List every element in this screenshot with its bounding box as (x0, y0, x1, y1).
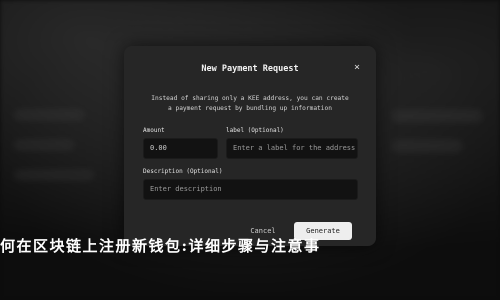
description-line-1: Instead of sharing only a KEE address, y… (151, 95, 349, 102)
amount-input[interactable]: 0.00 (143, 138, 218, 159)
label-field-label: label (Optional) (226, 127, 284, 134)
dialog-description: Instead of sharing only a KEE address, y… (148, 94, 352, 114)
dialog-title: New Payment Request (201, 64, 299, 74)
blurred-sidebar-item (14, 170, 94, 180)
close-icon[interactable]: × (352, 63, 362, 73)
blurred-sidebar-item (14, 140, 74, 150)
blurred-panel (392, 110, 482, 122)
description-input[interactable]: Enter description (143, 179, 358, 200)
description-line-2: a payment request by bundling up informa… (168, 105, 332, 112)
description-field-label: Description (Optional) (143, 168, 223, 175)
amount-label: Amount (143, 127, 165, 134)
blurred-sidebar-item (14, 110, 84, 120)
blurred-panel (392, 140, 462, 152)
payment-request-dialog: New Payment Request × Instead of sharing… (124, 46, 376, 246)
label-input[interactable]: Enter a label for the address (226, 138, 358, 159)
article-headline: 何在区块链上注册新钱包:详细步骤与注意事 (0, 237, 321, 255)
